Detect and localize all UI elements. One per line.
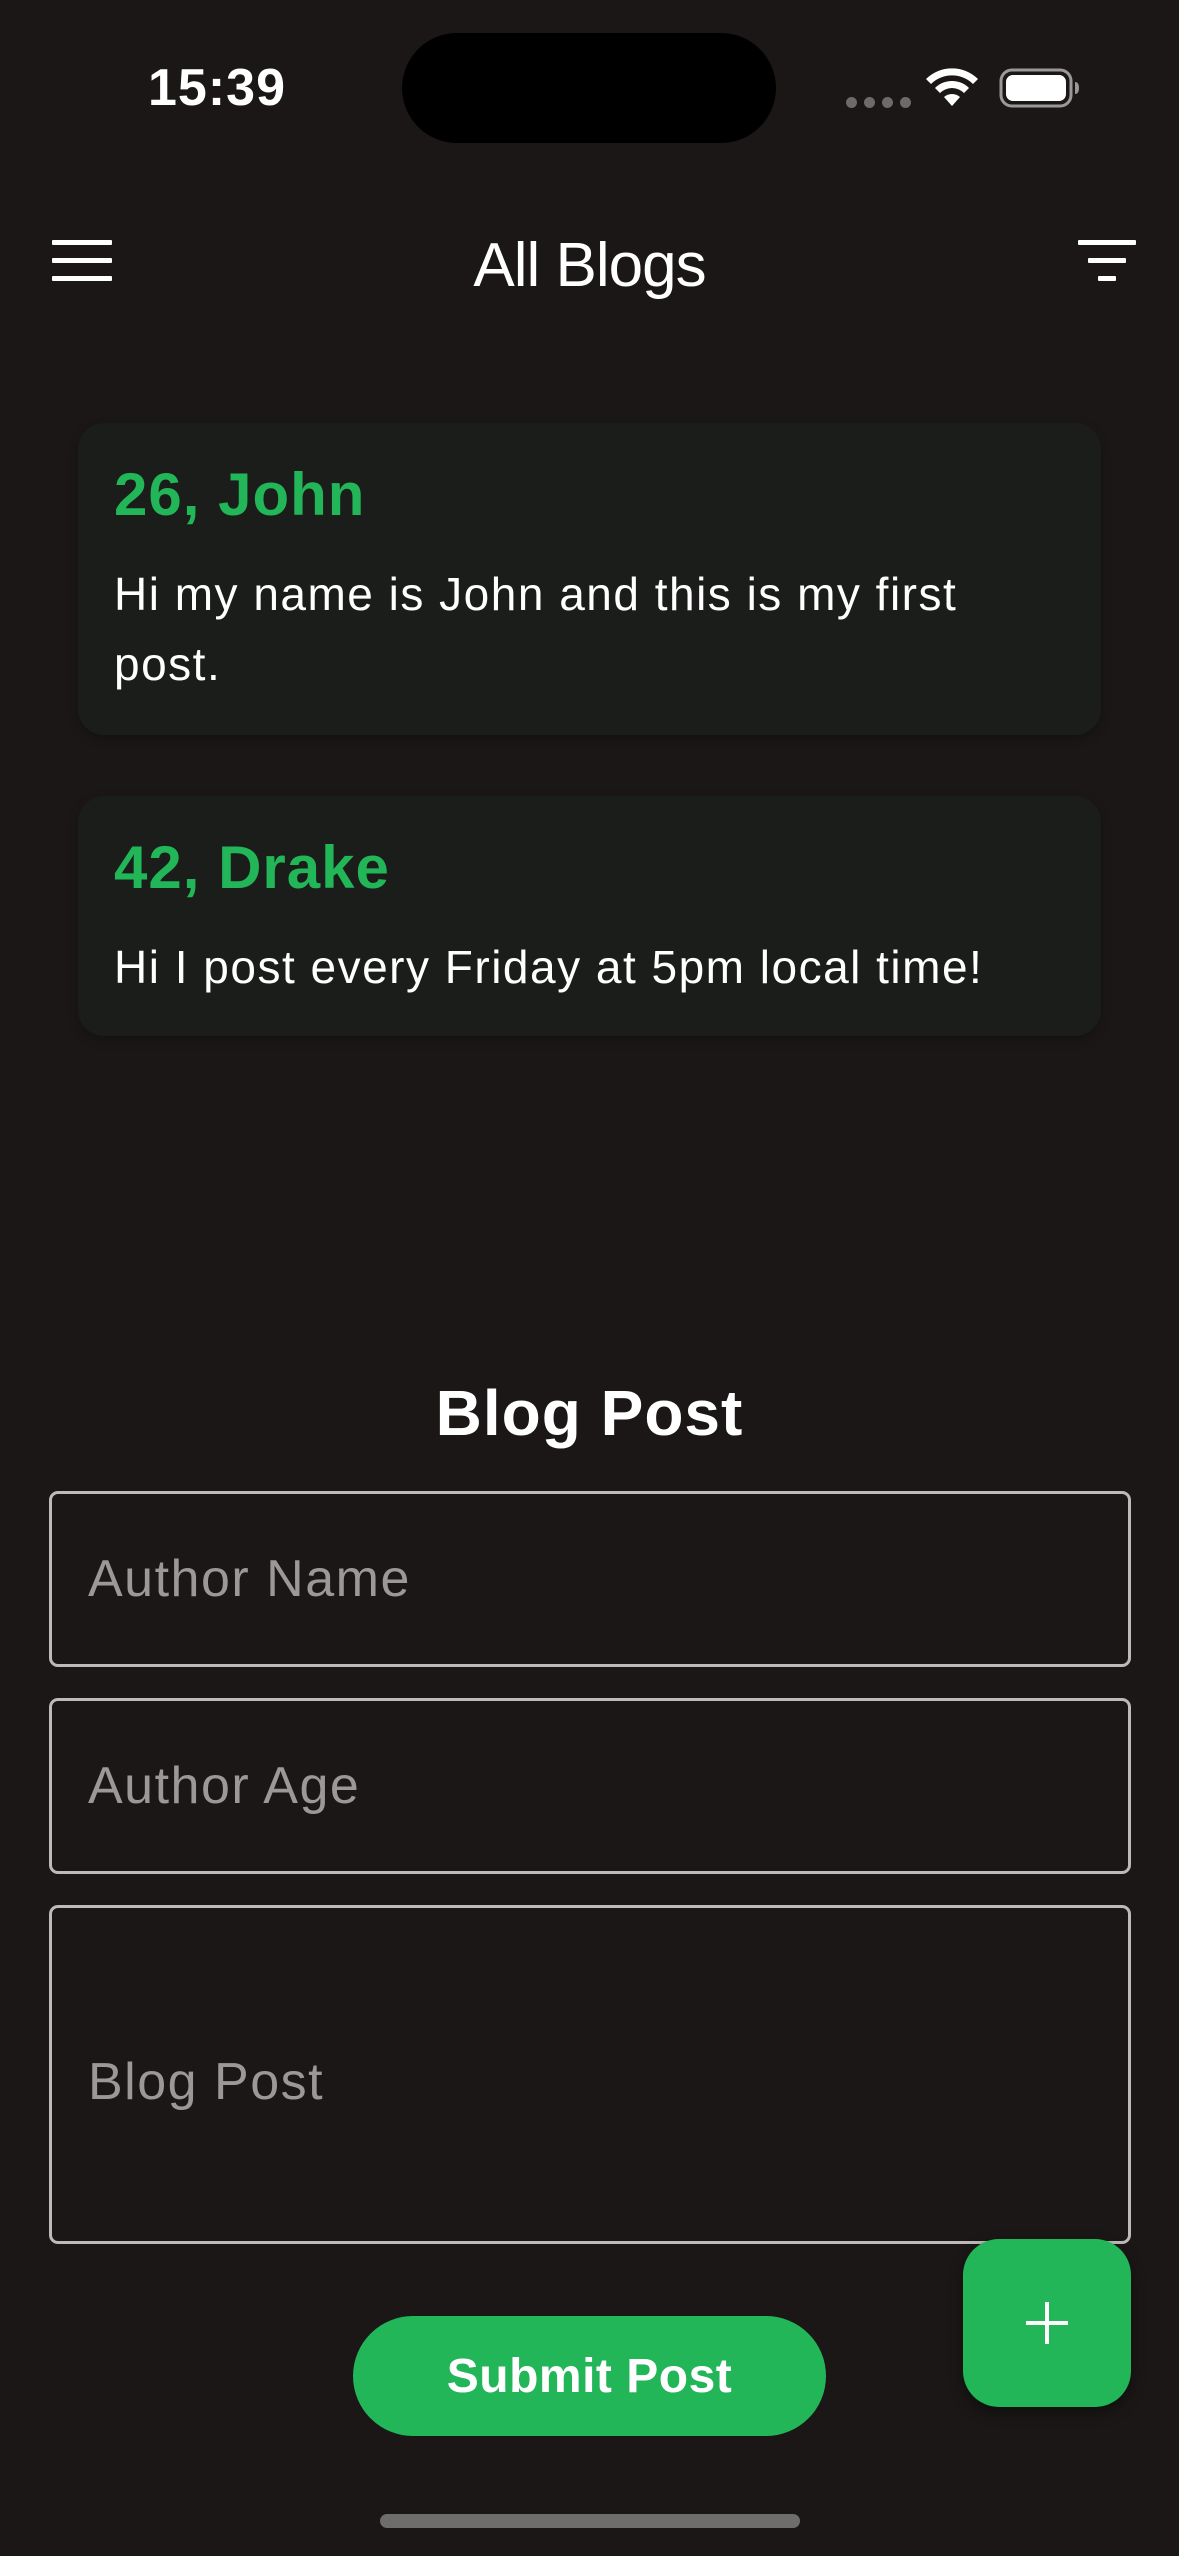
battery-icon <box>999 68 1079 108</box>
wifi-icon <box>926 68 978 106</box>
status-bar: 15:39 <box>0 0 1179 170</box>
author-age-field-container <box>49 1698 1131 1874</box>
home-indicator[interactable] <box>380 2514 800 2528</box>
blog-card[interactable]: 26, John Hi my name is John and this is … <box>78 423 1101 735</box>
cellular-signal-icon <box>846 97 911 108</box>
status-time: 15:39 <box>148 59 286 117</box>
dynamic-island <box>402 33 776 143</box>
blog-post-textarea[interactable] <box>52 1908 1128 2241</box>
filter-icon[interactable] <box>1078 240 1136 286</box>
form-title: Blog Post <box>435 1377 744 1449</box>
blog-card-body: Hi my name is John and this is my first … <box>114 568 958 690</box>
app-bar: All Blogs <box>0 200 1179 330</box>
page-title: All Blogs <box>473 231 706 300</box>
blog-post-field-container <box>49 1905 1131 2244</box>
submit-post-button[interactable]: Submit Post <box>353 2316 826 2436</box>
blog-card-header: 42, Drake <box>114 834 390 901</box>
plus-icon <box>1026 2302 1068 2344</box>
author-name-field-container <box>49 1491 1131 1667</box>
blog-card[interactable]: 42, Drake Hi I post every Friday at 5pm … <box>78 796 1101 1036</box>
add-post-fab-button[interactable] <box>963 2239 1131 2407</box>
blog-card-body: Hi I post every Friday at 5pm local time… <box>114 941 984 993</box>
author-name-input[interactable] <box>52 1494 1128 1664</box>
blog-card-header: 26, John <box>114 461 366 528</box>
author-age-input[interactable] <box>52 1701 1128 1871</box>
